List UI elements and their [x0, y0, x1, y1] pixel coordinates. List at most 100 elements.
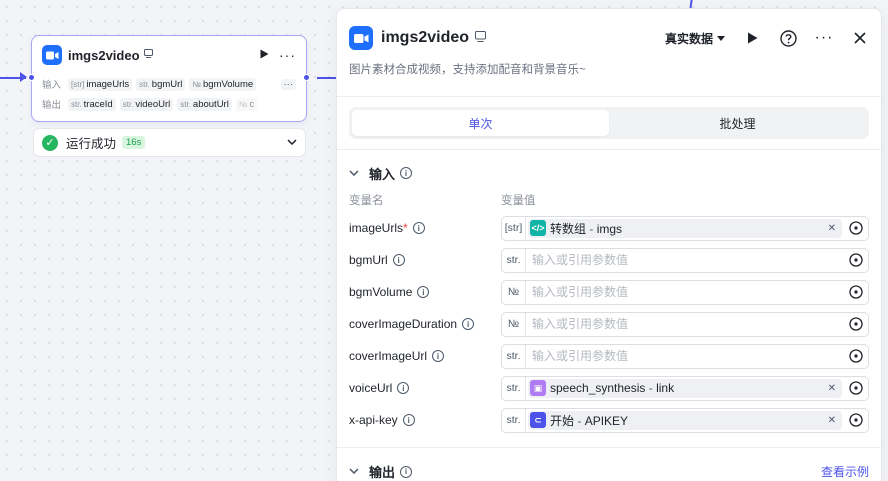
info-icon[interactable]: i: [462, 318, 475, 330]
divider: [337, 96, 881, 97]
more-icon[interactable]: ···: [815, 29, 833, 47]
variable-row: coverImageUrl i str.: [337, 340, 881, 372]
start-node-icon: ⊂: [530, 412, 546, 428]
run-status-bar[interactable]: ✓ 运行成功 16s: [33, 128, 306, 157]
clear-reference-icon[interactable]: ✕: [828, 383, 836, 394]
connector-arrow-icon: [20, 72, 27, 82]
play-icon[interactable]: [743, 29, 761, 47]
variable-picker-icon[interactable]: [844, 377, 868, 400]
variable-value-field[interactable]: [str] </> 转数组 - imgs ✕: [501, 215, 869, 241]
info-icon[interactable]: i: [417, 286, 430, 298]
plugin-cube-icon: ▣: [530, 380, 546, 396]
variable-name: x-api-key i: [349, 413, 501, 427]
plugin-badge-icon: [475, 31, 487, 45]
output-chip: № c: [235, 97, 258, 111]
variable-picker-icon[interactable]: [844, 249, 868, 272]
variable-picker-icon[interactable]: [844, 217, 868, 240]
variable-picker-icon[interactable]: [844, 313, 868, 336]
chevron-down-icon[interactable]: [349, 466, 363, 477]
chevron-down-icon[interactable]: [349, 168, 363, 179]
variable-value-field[interactable]: str.: [501, 247, 869, 273]
input-section-title: 输入: [369, 166, 396, 182]
variable-name: bgmUrl i: [349, 253, 501, 267]
variable-row: x-api-key i str. ⊂ 开始 - APIKEY ✕: [337, 404, 881, 436]
variable-reference[interactable]: ▣ speech_synthesis - link ✕: [528, 378, 842, 398]
variable-column-headers: 变量名 变量值: [337, 188, 881, 212]
outputs-label: 输出: [42, 100, 62, 111]
output-section-title: 输出: [369, 465, 396, 480]
variable-value-field[interactable]: str.: [501, 343, 869, 369]
required-mark: *: [403, 221, 408, 235]
node-title: imgs2video: [68, 47, 140, 63]
type-tag: str.: [502, 408, 526, 432]
variable-value-field[interactable]: str. ▣ speech_synthesis - link ✕: [501, 375, 869, 401]
info-icon[interactable]: i: [400, 465, 413, 478]
variable-name: imageUrls * i: [349, 221, 501, 235]
variable-picker-icon[interactable]: [844, 409, 868, 432]
video-icon: [42, 45, 62, 65]
input-section-header[interactable]: 输入 i: [337, 158, 881, 188]
bgm-volume-input[interactable]: [526, 280, 844, 304]
output-port[interactable]: [303, 74, 310, 81]
node-detail-panel: imgs2video 真实数据 ··· 图片素材合成视频，支持添加配音和背景音乐…: [336, 8, 882, 481]
run-node-icon[interactable]: [260, 48, 269, 62]
view-example-link[interactable]: 查看示例: [821, 463, 869, 480]
variable-name: bgmVolume i: [349, 285, 501, 299]
variable-picker-icon[interactable]: [844, 345, 868, 368]
data-source-dropdown[interactable]: 真实数据: [665, 30, 725, 47]
tab-batch[interactable]: 批处理: [609, 110, 866, 136]
bgm-url-input[interactable]: [526, 248, 844, 272]
info-icon[interactable]: i: [397, 382, 410, 394]
more-inputs-button[interactable]: ···: [280, 78, 296, 90]
divider: [337, 149, 881, 150]
variable-row: voiceUrl i str. ▣ speech_synthesis - lin…: [337, 372, 881, 404]
info-icon[interactable]: i: [392, 254, 405, 266]
variable-reference[interactable]: </> 转数组 - imgs ✕: [528, 218, 842, 238]
input-port[interactable]: [28, 74, 35, 81]
input-chip: № bgmVolume: [189, 77, 257, 91]
chevron-down-icon[interactable]: [287, 137, 297, 148]
close-icon[interactable]: [851, 29, 869, 47]
info-icon[interactable]: i: [402, 414, 415, 426]
type-tag: str.: [502, 248, 526, 272]
status-text: 运行成功: [66, 137, 117, 151]
panel-title: imgs2video: [381, 29, 470, 46]
clear-reference-icon[interactable]: ✕: [828, 223, 836, 234]
variable-row: imageUrls * i [str] </> 转数组 - imgs ✕: [337, 212, 881, 244]
help-icon[interactable]: [779, 29, 797, 47]
col-variable-name: 变量名: [349, 195, 384, 207]
variable-value-field[interactable]: №: [501, 279, 869, 305]
node-header: imgs2video ···: [32, 36, 306, 74]
output-chip: str. videoUrl: [119, 97, 174, 111]
variable-value-field[interactable]: №: [501, 311, 869, 337]
variable-reference[interactable]: ⊂ 开始 - APIKEY ✕: [528, 410, 842, 430]
type-tag: [str]: [502, 216, 526, 240]
variable-picker-icon[interactable]: [844, 281, 868, 304]
type-tag: str.: [502, 376, 526, 400]
variable-value-field[interactable]: str. ⊂ 开始 - APIKEY ✕: [501, 407, 869, 433]
info-icon[interactable]: i: [432, 350, 445, 362]
cover-image-duration-input[interactable]: [526, 312, 844, 336]
cover-image-url-input[interactable]: [526, 344, 844, 368]
tab-single[interactable]: 单次: [352, 110, 609, 136]
plugin-badge-icon: [143, 49, 153, 61]
workflow-node-imgs2video[interactable]: imgs2video ··· 输入 [str] imageUrls str. bgm…: [28, 35, 310, 122]
output-section-header[interactable]: 输出 i 查看示例: [337, 447, 881, 481]
inputs-label: 输入: [42, 80, 62, 91]
output-chip: str. traceId: [68, 97, 116, 111]
panel-header: imgs2video 真实数据 ···: [337, 9, 881, 67]
type-tag: №: [502, 312, 526, 336]
variable-row: bgmUrl i str.: [337, 244, 881, 276]
clear-reference-icon[interactable]: ✕: [828, 415, 836, 426]
node-outputs-row: 输出 str. traceId str. videoUrl str. aboutUrl…: [32, 94, 306, 114]
panel-description: 图片素材合成视频，支持添加配音和背景音乐~: [349, 64, 586, 76]
variable-row: coverImageDuration i №: [337, 308, 881, 340]
output-chip: str. aboutUrl: [177, 97, 232, 111]
info-icon[interactable]: i: [400, 167, 413, 179]
variable-name: coverImageUrl i: [349, 349, 501, 363]
more-options-icon[interactable]: ···: [279, 47, 296, 63]
input-chip: str. bgmUrl: [136, 77, 186, 91]
success-check-icon: ✓: [42, 134, 58, 151]
info-icon[interactable]: i: [412, 222, 425, 234]
duration-badge: 16s: [122, 136, 146, 149]
